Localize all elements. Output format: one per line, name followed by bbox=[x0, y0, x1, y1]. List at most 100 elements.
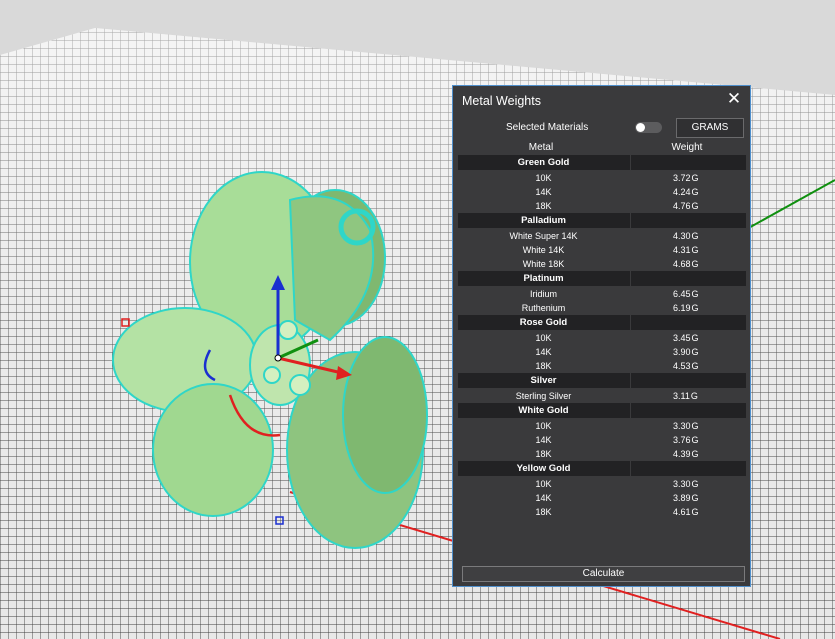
group-divider bbox=[630, 403, 631, 418]
group-name: Platinum bbox=[523, 273, 564, 284]
weight-cell: 4.39G bbox=[673, 447, 699, 461]
weight-unit: G bbox=[691, 361, 699, 371]
table-row[interactable]: 10K 3.30G bbox=[458, 419, 746, 433]
metal-name: Iridium bbox=[529, 289, 557, 299]
metal-name: 14K bbox=[535, 347, 552, 357]
metal-name: 18K bbox=[535, 449, 552, 459]
metal-name: White Super 14K bbox=[509, 231, 578, 241]
weight-unit: G bbox=[691, 231, 699, 241]
panel-title: Metal Weights bbox=[462, 94, 541, 108]
weight-cell: 4.68G bbox=[673, 257, 699, 271]
weight-value: 6.19 bbox=[673, 303, 691, 313]
weight-value: 3.45 bbox=[673, 333, 691, 343]
weight-cell: 4.53G bbox=[673, 359, 699, 373]
weight-cell: 3.30G bbox=[673, 419, 699, 433]
weight-unit: G bbox=[691, 479, 699, 489]
metal-name: 18K bbox=[535, 361, 552, 371]
weight-value: 3.76 bbox=[673, 435, 691, 445]
weight-cell: 4.24G bbox=[673, 185, 699, 199]
table-row[interactable]: 10K 3.72G bbox=[458, 171, 746, 185]
weight-cell: 3.72G bbox=[673, 171, 699, 185]
table-row[interactable]: 10K 3.30G bbox=[458, 477, 746, 491]
weight-unit: G bbox=[691, 449, 699, 459]
table-row[interactable]: White 14K 4.31G bbox=[458, 243, 746, 257]
group-divider bbox=[630, 373, 631, 388]
metal-name: 14K bbox=[535, 493, 552, 503]
group-name: Yellow Gold bbox=[516, 463, 571, 474]
group-divider bbox=[630, 461, 631, 476]
selected-materials-row: Selected Materials GRAMS bbox=[453, 118, 750, 138]
weight-cell: 4.31G bbox=[673, 243, 699, 257]
table-row[interactable]: White Super 14K 4.30G bbox=[458, 229, 746, 243]
group-header: White Gold bbox=[458, 403, 746, 418]
table-row[interactable]: 14K 3.76G bbox=[458, 433, 746, 447]
group-divider bbox=[630, 271, 631, 286]
weight-unit: G bbox=[690, 391, 698, 401]
metal-name: 10K bbox=[535, 479, 552, 489]
table-row[interactable]: 14K 3.90G bbox=[458, 345, 746, 359]
group-name: Palladium bbox=[521, 215, 566, 226]
metal-name: 10K bbox=[535, 173, 552, 183]
weight-unit: G bbox=[691, 347, 699, 357]
group-divider bbox=[630, 315, 631, 330]
metal-name: 14K bbox=[535, 435, 552, 445]
metal-weights-panel: Metal Weights ✕ Selected Materials GRAMS… bbox=[452, 85, 751, 587]
weight-value: 4.61 bbox=[673, 507, 691, 517]
metal-name: 18K bbox=[535, 201, 552, 211]
group-divider bbox=[630, 155, 631, 170]
weight-unit: G bbox=[691, 507, 699, 517]
group-name: White Gold bbox=[518, 405, 569, 416]
table-row[interactable]: 18K 4.76G bbox=[458, 199, 746, 213]
weight-value: 4.30 bbox=[673, 231, 691, 241]
weight-value: 4.53 bbox=[673, 361, 691, 371]
weight-unit: G bbox=[691, 173, 699, 183]
metal-name: 10K bbox=[535, 333, 552, 343]
weight-cell: 3.89G bbox=[673, 491, 699, 505]
weight-cell: 3.45G bbox=[673, 331, 699, 345]
weight-value: 6.45 bbox=[673, 289, 691, 299]
group-header: Yellow Gold bbox=[458, 461, 746, 476]
weight-value: 4.76 bbox=[673, 201, 691, 211]
weight-unit: G bbox=[691, 435, 699, 445]
weight-value: 4.39 bbox=[673, 449, 691, 459]
selected-materials-label: Selected Materials bbox=[506, 122, 589, 133]
group-name: Green Gold bbox=[517, 157, 570, 168]
weight-unit: G bbox=[691, 493, 699, 503]
metal-name: Sterling Silver bbox=[515, 391, 572, 401]
table-row[interactable]: Ruthenium 6.19G bbox=[458, 301, 746, 315]
table-row[interactable]: 18K 4.39G bbox=[458, 447, 746, 461]
metal-name: White 18K bbox=[522, 259, 565, 269]
table-row[interactable]: 14K 4.24G bbox=[458, 185, 746, 199]
table-row[interactable]: 18K 4.61G bbox=[458, 505, 746, 519]
group-name: Silver bbox=[530, 375, 557, 386]
panel-titlebar[interactable]: Metal Weights ✕ bbox=[453, 86, 750, 116]
weight-unit: G bbox=[691, 289, 699, 299]
metal-name: 14K bbox=[535, 187, 552, 197]
table-row[interactable]: Sterling Silver 3.11G bbox=[458, 389, 746, 403]
weight-value: 3.11 bbox=[673, 391, 690, 401]
table-row[interactable]: 14K 3.89G bbox=[458, 491, 746, 505]
weight-unit: G bbox=[691, 303, 699, 313]
calculate-button[interactable]: Calculate bbox=[462, 566, 745, 582]
table-row[interactable]: White 18K 4.68G bbox=[458, 257, 746, 271]
units-button[interactable]: GRAMS bbox=[676, 118, 744, 138]
table-row[interactable]: 10K 3.45G bbox=[458, 331, 746, 345]
weight-unit: G bbox=[691, 201, 699, 211]
weight-unit: G bbox=[691, 333, 699, 343]
weight-value: 4.24 bbox=[673, 187, 691, 197]
weight-value: 3.90 bbox=[673, 347, 691, 357]
close-icon[interactable]: ✕ bbox=[726, 90, 742, 107]
weight-unit: G bbox=[691, 187, 699, 197]
weight-cell: 4.30G bbox=[673, 229, 699, 243]
table-row[interactable]: Iridium 6.45G bbox=[458, 287, 746, 301]
weight-value: 3.72 bbox=[673, 173, 691, 183]
toggle-knob bbox=[636, 123, 645, 132]
table-row[interactable]: 18K 4.53G bbox=[458, 359, 746, 373]
weight-value: 3.30 bbox=[673, 421, 691, 431]
metal-name: White 14K bbox=[522, 245, 565, 255]
selected-materials-toggle[interactable] bbox=[635, 122, 662, 133]
weight-cell: 3.11G bbox=[673, 389, 698, 403]
weight-cell: 6.45G bbox=[673, 287, 699, 301]
group-header: Platinum bbox=[458, 271, 746, 286]
group-header: Rose Gold bbox=[458, 315, 746, 330]
